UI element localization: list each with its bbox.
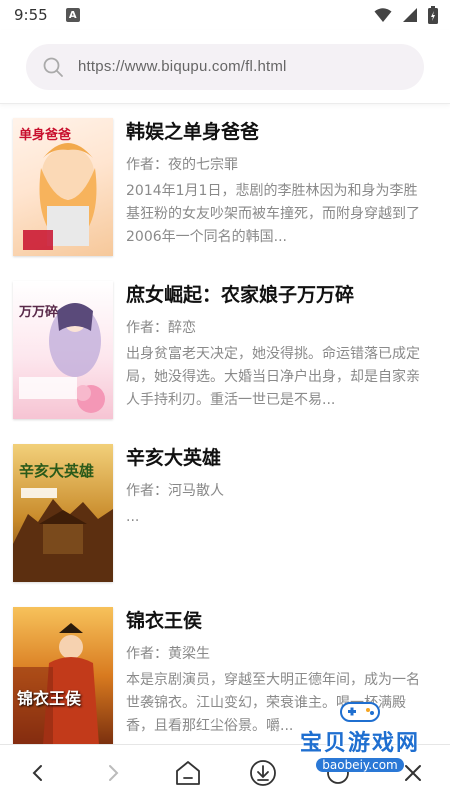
chevron-left-icon	[32, 764, 42, 781]
book-list: 单身爸爸 韩娱之单身爸爸 作者：夜的七宗罪 2014年1月1日，悲剧的李胜林因为…	[0, 104, 450, 744]
book-item[interactable]: 辛亥大英雄 辛亥大英雄 作者：河马散人 ...	[0, 430, 450, 593]
wifi-icon	[374, 8, 392, 22]
address-bar-container: https://www.biqupu.com/fl.html	[0, 30, 450, 104]
watermark-brand: 宝贝游戏网	[299, 731, 420, 756]
gamepad-icon	[339, 702, 380, 722]
home-icon	[175, 760, 200, 785]
watermark: 宝贝游戏网 baobeiy.com	[300, 699, 420, 772]
book-title[interactable]: 辛亥大英雄	[126, 444, 430, 472]
cover-title: 单身爸爸	[19, 128, 72, 143]
book-cover[interactable]: 单身爸爸	[13, 118, 113, 256]
book-title[interactable]: 锦衣王侯	[126, 607, 430, 635]
home-button[interactable]	[168, 753, 208, 793]
book-info: 庶女崛起：农家娘子万万碎 作者：醉恋 出身贫富老天决定，她没得挑。命运错落已成定…	[126, 281, 430, 412]
cover-title: 万万碎	[19, 305, 59, 320]
book-title[interactable]: 庶女崛起：农家娘子万万碎	[126, 281, 430, 309]
watermark-url: baobeiy.com	[316, 758, 404, 772]
book-description: 出身贫富老天决定，她没得挑。命运错落已成定局，她没得选。大婚当日净户出身，却是自…	[126, 346, 420, 408]
cover-title: 锦衣王侯	[17, 689, 82, 708]
notification-icon: A	[65, 8, 80, 22]
url-text[interactable]: https://www.biqupu.com/fl.html	[78, 58, 287, 75]
book-author: 作者：河马散人	[126, 483, 224, 499]
status-right	[374, 6, 438, 24]
book-info: 辛亥大英雄 作者：河马散人 ...	[126, 444, 430, 529]
book-author: 作者：醉恋	[126, 320, 196, 336]
status-bar: 9:55 A	[0, 0, 450, 30]
address-bar[interactable]: https://www.biqupu.com/fl.html	[26, 43, 424, 90]
book-item[interactable]: 单身爸爸 韩娱之单身爸爸 作者：夜的七宗罪 2014年1月1日，悲剧的李胜林因为…	[0, 104, 450, 267]
cover-art	[13, 623, 99, 744]
search-icon	[43, 57, 63, 77]
book-author: 作者：黄梁生	[126, 646, 210, 662]
status-time: 9:55	[14, 6, 48, 24]
book-info: 韩娱之单身爸爸 作者：夜的七宗罪 2014年1月1日，悲剧的李胜林因为和身为李胜…	[126, 118, 430, 249]
cover-title: 辛亥大英雄	[19, 462, 95, 480]
download-icon	[249, 759, 276, 786]
signal-icon	[403, 8, 417, 22]
download-button[interactable]	[243, 753, 283, 793]
book-cover[interactable]: 万万碎	[13, 281, 113, 419]
back-button[interactable]	[18, 753, 58, 793]
book-description: ...	[126, 509, 140, 525]
book-cover[interactable]: 辛亥大英雄	[13, 444, 113, 582]
book-item[interactable]: 万万碎 庶女崛起：农家娘子万万碎 作者：醉恋 出身贫富老天决定，她没得挑。命运错…	[0, 267, 450, 430]
battery-icon	[428, 6, 438, 24]
book-title[interactable]: 韩娱之单身爸爸	[126, 118, 430, 146]
chevron-right-icon	[108, 764, 118, 781]
book-description: 2014年1月1日，悲剧的李胜林因为和身为李胜基狂粉的女友吵架而被车撞死，而附身…	[126, 183, 420, 245]
book-author: 作者：夜的七宗罪	[126, 157, 238, 173]
forward-button[interactable]	[93, 753, 133, 793]
book-cover[interactable]: 锦衣王侯	[13, 607, 113, 744]
